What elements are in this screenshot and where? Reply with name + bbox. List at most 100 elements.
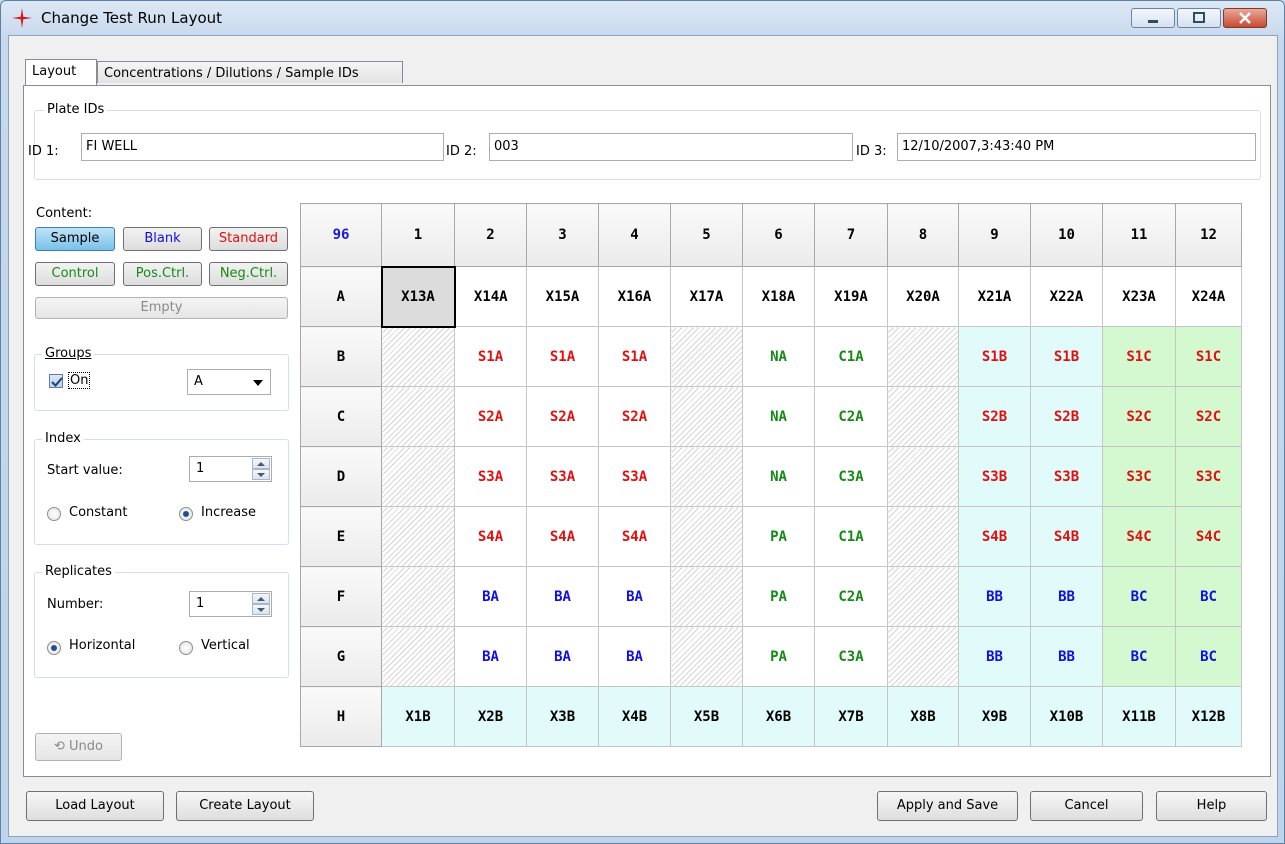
row-header[interactable]: D	[300, 446, 382, 507]
well-cell[interactable]: S2B	[1030, 386, 1103, 447]
well-cell[interactable]: BB	[958, 626, 1031, 687]
column-header[interactable]: 7	[814, 203, 888, 267]
well-cell[interactable]	[670, 566, 743, 627]
well-cell[interactable]: S1A	[598, 326, 671, 387]
row-header[interactable]: C	[300, 386, 382, 447]
id2-field[interactable]: 003	[489, 133, 853, 161]
increase-label[interactable]: Increase	[201, 505, 256, 520]
constant-label[interactable]: Constant	[69, 505, 127, 520]
well-cell[interactable]: BA	[526, 626, 599, 687]
horizontal-radio[interactable]	[47, 641, 61, 655]
column-header[interactable]: 9	[958, 203, 1031, 267]
column-header[interactable]: 12	[1175, 203, 1242, 267]
well-cell[interactable]: C3A	[814, 626, 888, 687]
well-cell[interactable]: BA	[598, 566, 671, 627]
well-cell[interactable]: S2C	[1102, 386, 1176, 447]
cancel-button[interactable]: Cancel	[1030, 791, 1143, 821]
well-cell[interactable]: X5B	[670, 686, 743, 747]
well-cell[interactable]: S1C	[1175, 326, 1242, 387]
well-cell[interactable]: BC	[1102, 566, 1176, 627]
well-cell[interactable]: PA	[742, 566, 815, 627]
well-cell[interactable]: S2A	[526, 386, 599, 447]
well-cell[interactable]: X7B	[814, 686, 888, 747]
well-cell[interactable]	[670, 506, 743, 567]
column-header[interactable]: 11	[1102, 203, 1176, 267]
well-cell[interactable]: S1A	[526, 326, 599, 387]
well-cell[interactable]: S4A	[598, 506, 671, 567]
well-cell[interactable]: S3A	[598, 446, 671, 507]
start-value-spinner[interactable]: 1	[189, 456, 272, 482]
well-cell[interactable]: S4B	[958, 506, 1031, 567]
well-cell[interactable]: C1A	[814, 506, 888, 567]
well-cell[interactable]: X8B	[887, 686, 959, 747]
column-header[interactable]: 6	[742, 203, 815, 267]
tab-layout[interactable]: Layout	[25, 59, 97, 86]
vertical-label[interactable]: Vertical	[201, 638, 250, 653]
close-button[interactable]	[1223, 8, 1267, 28]
well-cell[interactable]: S3A	[454, 446, 527, 507]
well-cell[interactable]: X3B	[526, 686, 599, 747]
control-button[interactable]: Control	[35, 262, 115, 286]
well-cell[interactable]: X2B	[454, 686, 527, 747]
well-cell[interactable]: S2A	[598, 386, 671, 447]
well-cell[interactable]: X10B	[1030, 686, 1103, 747]
row-header[interactable]: E	[300, 506, 382, 567]
column-header[interactable]: 2	[454, 203, 527, 267]
well-cell[interactable]: X13A	[380, 265, 456, 328]
column-header[interactable]: 4	[598, 203, 671, 267]
well-cell[interactable]: S1B	[1030, 326, 1103, 387]
well-cell[interactable]: X23A	[1102, 266, 1176, 327]
well-cell[interactable]	[887, 326, 959, 387]
well-cell[interactable]: S4C	[1175, 506, 1242, 567]
standard-button[interactable]: Standard	[209, 227, 288, 251]
maximize-button[interactable]	[1177, 8, 1221, 28]
title-bar[interactable]: Change Test Run Layout	[1, 1, 1284, 35]
undo-button[interactable]: ⟲ Undo	[35, 733, 122, 761]
tab-concentrations[interactable]: Concentrations / Dilutions / Sample IDs	[97, 61, 403, 83]
plate-format-corner[interactable]: 96	[300, 203, 382, 267]
pos-ctrl-button[interactable]: Pos.Ctrl.	[123, 262, 202, 286]
row-header[interactable]: G	[300, 626, 382, 687]
well-cell[interactable]: X6B	[742, 686, 815, 747]
well-cell[interactable]: S4B	[1030, 506, 1103, 567]
well-cell[interactable]: NA	[742, 326, 815, 387]
well-cell[interactable]	[887, 566, 959, 627]
replicates-number-spinner[interactable]: 1	[189, 591, 272, 617]
well-cell[interactable]	[887, 626, 959, 687]
well-cell[interactable]	[381, 626, 455, 687]
well-cell[interactable]: BA	[454, 626, 527, 687]
well-cell[interactable]	[381, 386, 455, 447]
well-cell[interactable]	[887, 386, 959, 447]
well-cell[interactable]: S2B	[958, 386, 1031, 447]
row-header[interactable]: F	[300, 566, 382, 627]
spin-up-button[interactable]	[252, 458, 270, 469]
column-header[interactable]: 5	[670, 203, 743, 267]
increase-radio[interactable]	[179, 507, 193, 521]
well-cell[interactable]	[381, 566, 455, 627]
load-layout-button[interactable]: Load Layout	[26, 791, 164, 821]
well-cell[interactable]: C1A	[814, 326, 888, 387]
spin-down-button[interactable]	[252, 469, 270, 480]
spin-up-button[interactable]	[252, 593, 270, 604]
empty-button[interactable]: Empty	[35, 297, 288, 319]
sample-button[interactable]: Sample	[35, 227, 115, 251]
blank-button[interactable]: Blank	[123, 227, 202, 251]
apply-save-button[interactable]: Apply and Save	[877, 791, 1018, 821]
well-cell[interactable]: C2A	[814, 566, 888, 627]
well-cell[interactable]: X15A	[526, 266, 599, 327]
well-cell[interactable]	[381, 506, 455, 567]
well-cell[interactable]: X16A	[598, 266, 671, 327]
help-button[interactable]: Help	[1156, 791, 1267, 821]
well-cell[interactable]: NA	[742, 446, 815, 507]
well-cell[interactable]: BA	[526, 566, 599, 627]
well-cell[interactable]: PA	[742, 626, 815, 687]
well-cell[interactable]: BB	[958, 566, 1031, 627]
well-cell[interactable]: X11B	[1102, 686, 1176, 747]
well-cell[interactable]	[381, 446, 455, 507]
well-cell[interactable]: S3B	[1030, 446, 1103, 507]
well-cell[interactable]	[670, 626, 743, 687]
column-header[interactable]: 1	[381, 203, 455, 267]
well-cell[interactable]: BB	[1030, 566, 1103, 627]
well-cell[interactable]: S3C	[1102, 446, 1176, 507]
groups-on-label[interactable]: On	[68, 372, 91, 389]
